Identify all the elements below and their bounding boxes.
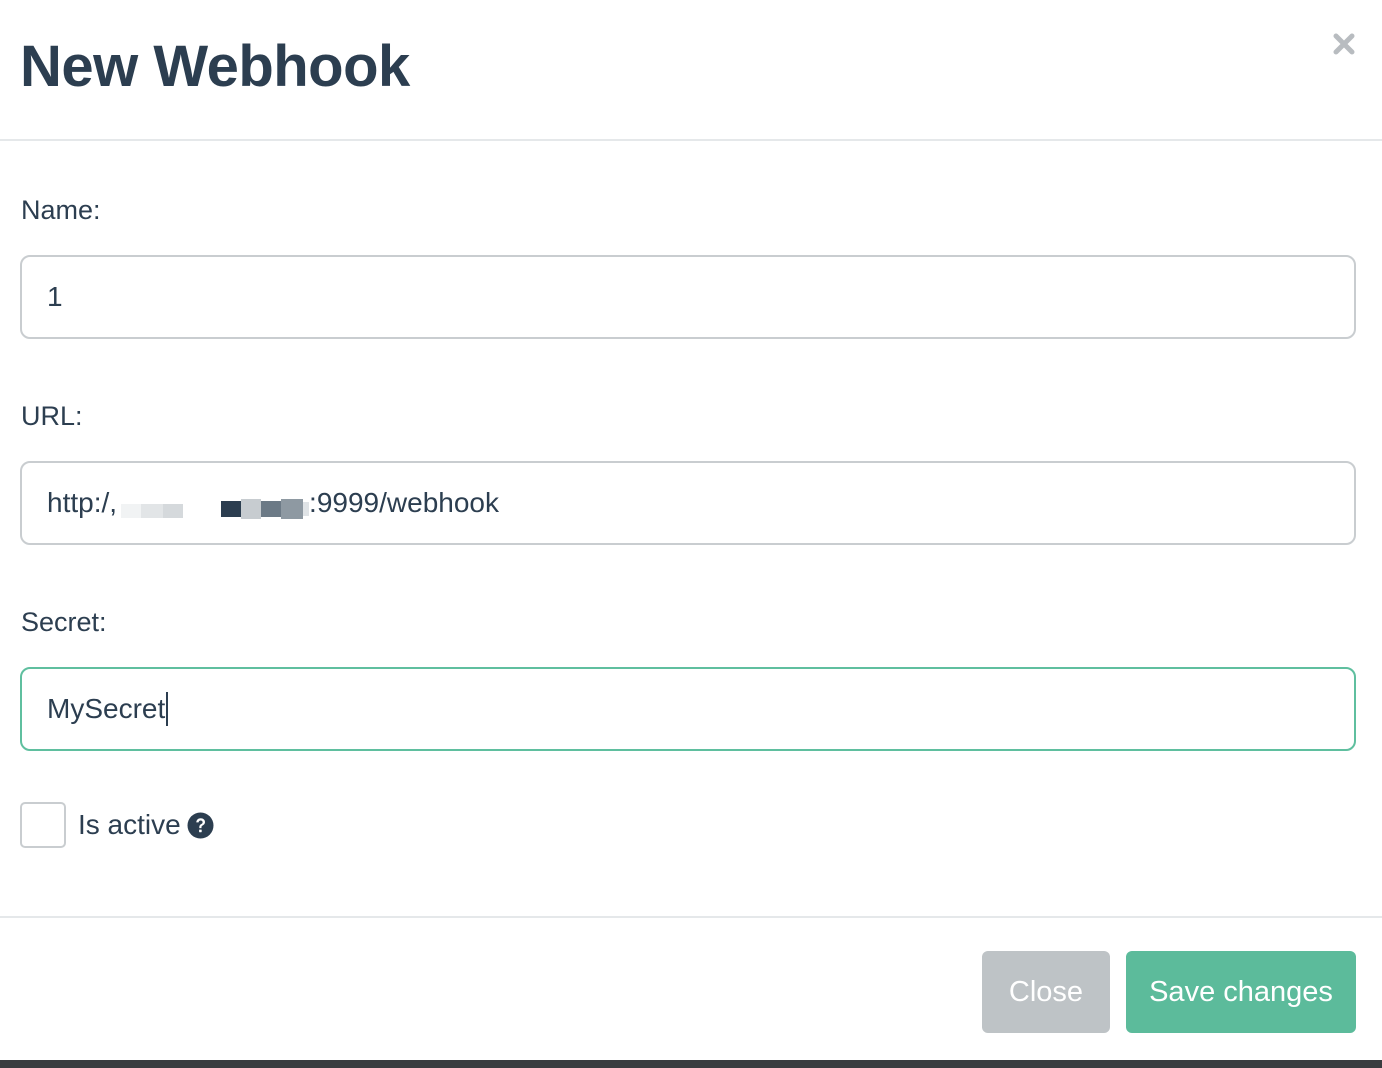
new-webhook-modal: New Webhook Name: 1 URL: http:/,:9999/w… — [0, 0, 1382, 1068]
close-icon[interactable] — [1330, 30, 1358, 58]
secret-label: Secret: — [21, 607, 107, 637]
url-value-suffix: :9999/webhook — [309, 487, 499, 518]
modal-header: New Webhook — [0, 0, 1382, 141]
close-button[interactable]: Close — [982, 951, 1110, 1033]
redacted-host-part-2 — [221, 495, 310, 519]
name-input[interactable]: 1 — [20, 255, 1356, 339]
is-active-label[interactable]: Is active — [78, 809, 181, 841]
secret-input[interactable]: MySecret — [20, 667, 1356, 751]
modal-footer: Close Save changes — [0, 916, 1382, 1060]
is-active-row: Is active — [20, 802, 214, 848]
text-cursor — [166, 692, 169, 726]
url-input[interactable]: http:/, :9999/webhook — [20, 461, 1356, 545]
name-label: Name: — [21, 195, 101, 225]
is-active-checkbox[interactable] — [20, 802, 66, 848]
save-changes-button[interactable]: Save changes — [1126, 951, 1356, 1033]
url-label: URL: — [21, 401, 83, 431]
name-input-value: 1 — [47, 281, 63, 312]
question-circle-icon[interactable] — [187, 812, 214, 839]
secret-input-value: MySecret — [47, 693, 166, 724]
redacted-host-part-1 — [121, 495, 184, 518]
modal-title: New Webhook — [20, 34, 410, 99]
url-value-prefix: http:/, — [47, 487, 118, 518]
window-bottom-edge — [0, 1060, 1382, 1068]
